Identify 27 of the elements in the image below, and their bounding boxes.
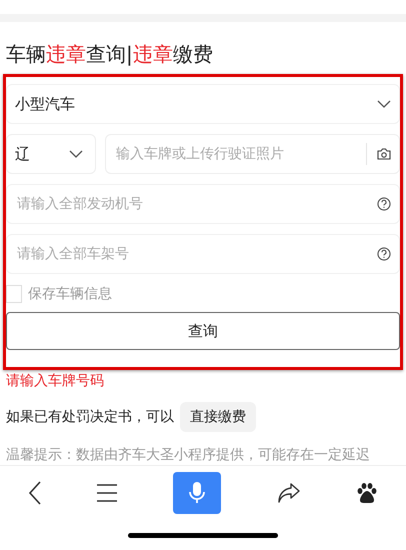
text-input[interactable]: 输入车牌或上传行驶证照片 xyxy=(114,145,356,163)
share-icon[interactable] xyxy=(276,482,301,504)
camera-icon[interactable] xyxy=(377,148,391,160)
query-button[interactable]: 查询 xyxy=(6,312,400,350)
chevron-down-icon xyxy=(69,150,83,158)
chevron-down-icon xyxy=(377,100,391,108)
help-icon[interactable] xyxy=(377,197,391,211)
plate-field[interactable]: 输入车牌或上传行驶证照片 xyxy=(105,134,400,174)
back-icon[interactable] xyxy=(28,481,42,505)
paw-icon[interactable] xyxy=(356,482,378,504)
microphone-button[interactable] xyxy=(172,472,221,514)
text-input[interactable]: 请输入全部车架号 xyxy=(15,245,377,263)
page-title: 车辆违章查询|违章缴费 xyxy=(6,41,214,68)
tip-text: 温馨提示：数据由齐车大圣小程序提供，可能存在一定延迟 xyxy=(6,446,371,464)
vehicle-type-select[interactable]: 小型汽车 xyxy=(6,84,400,124)
help-icon[interactable] xyxy=(377,247,391,261)
pay-hint: 如果已有处罚决定书，可以 xyxy=(6,408,174,426)
text-input[interactable]: 请输入全部发动机号 xyxy=(15,195,377,213)
engine-number-field[interactable]: 请输入全部发动机号 xyxy=(6,184,400,224)
menu-icon[interactable] xyxy=(97,484,118,502)
frame-number-field[interactable]: 请输入全部车架号 xyxy=(6,234,400,274)
save-checkbox[interactable] xyxy=(6,285,22,303)
province-select[interactable]: 辽 xyxy=(6,134,96,174)
error-message: 请输入车牌号码 xyxy=(6,372,105,390)
save-label: 保存车辆信息 xyxy=(28,285,112,303)
microphone-icon xyxy=(188,481,205,505)
direct-pay-button[interactable]: 直接缴费 xyxy=(180,402,256,432)
